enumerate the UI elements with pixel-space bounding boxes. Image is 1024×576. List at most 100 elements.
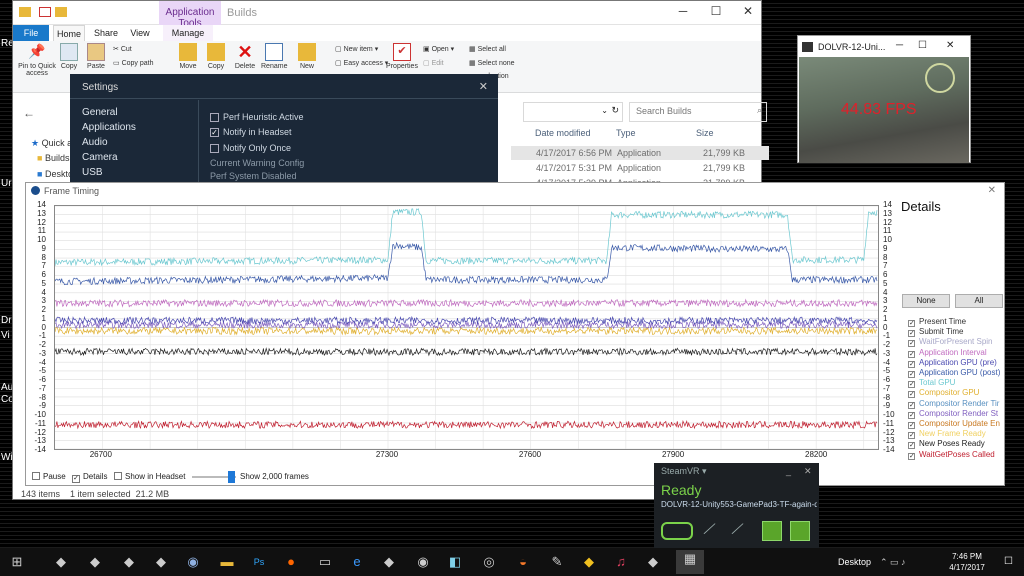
new-folder-button[interactable]: New [297,43,317,70]
paste-button[interactable]: Paste [85,43,107,70]
copy-path-button[interactable]: ▭ Copy path [113,59,153,67]
application-tools-tab[interactable]: Application Tools [159,1,221,29]
desktop-icon-label[interactable]: Wi [1,452,13,463]
firefox-icon[interactable]: ● [282,553,300,571]
itunes-icon[interactable]: ♫ [612,553,630,571]
file-row[interactable]: 4/17/2017 6:56 PM Application 21,799 KB [511,146,769,160]
address-bar[interactable]: ⌄ ↻ [523,102,623,122]
desktop-icon-label[interactable]: Vi [1,330,10,341]
settings-nav-applications[interactable]: Applications [82,122,136,133]
edge-icon[interactable]: e [348,553,366,571]
nav-desktop[interactable]: ■ Deskto [37,169,73,179]
frames-slider-thumb[interactable] [228,471,235,483]
properties-button[interactable]: ✔ Properties [385,43,419,70]
legend-item[interactable]: ✓ WaitGetPoses Called [908,450,995,460]
legend-item[interactable]: ✓ Present Time [908,317,966,327]
search-input[interactable]: Search Builds ⌕ [629,102,767,122]
legend-item[interactable]: ✓ Compositor Render St [908,409,998,419]
back-arrow-icon[interactable]: ← [23,106,35,120]
column-size[interactable]: Size [696,125,714,143]
new-item-button[interactable]: ▢ New item ▾ [335,45,378,53]
copy-button[interactable]: Copy [59,43,79,70]
copy-to-button[interactable]: Copy [205,43,227,70]
legend-item[interactable]: ✓ Submit Time [908,327,963,338]
select-all-button[interactable]: ▦ Select all [469,45,506,53]
select-none-button[interactable]: ▦ Select none [469,59,515,67]
open-button[interactable]: ▣ Open ▾ [423,45,454,53]
steam-icon[interactable]: ◉ [184,553,202,571]
notifications-icon[interactable]: ☐ [1004,556,1013,567]
close-button[interactable]: ✕ [735,4,761,22]
close-button[interactable]: ✕ [946,40,954,51]
column-type[interactable]: Type [616,125,636,143]
close-icon[interactable]: ✕ [479,80,488,93]
tab-home[interactable]: Home [53,25,85,41]
refresh-icon[interactable]: ↻ [611,105,619,116]
legend-item[interactable]: ✓ Application GPU (pre) [908,358,997,368]
desktop-icon-label[interactable]: Dr [1,315,12,326]
close-button[interactable]: ✕ [804,466,812,477]
system-tray-icons[interactable]: ⌃ ▭ ♪ [880,557,906,568]
tab-view[interactable]: View [125,25,155,41]
unity-icon[interactable]: ◆ [120,553,138,571]
legend-item[interactable]: ✓ Application GPU (post) [908,368,1000,378]
photoshop-icon[interactable]: Ps [250,553,268,571]
chevron-down-icon[interactable]: ⌄ [601,106,608,115]
file-explorer-icon[interactable]: ▬ [218,553,236,571]
close-icon[interactable]: ✕ [988,185,996,196]
headset-icon[interactable] [661,522,693,540]
minimize-button[interactable]: ─ [670,4,696,22]
base-station-icon[interactable] [762,521,782,541]
column-date-modified[interactable]: Date modified [535,125,591,143]
steamvr-taskbar-icon[interactable]: ▦ [676,550,704,574]
show-in-headset-checkbox[interactable]: Show in Headset [114,472,185,481]
base-station-icon[interactable] [790,521,810,541]
cut-button[interactable]: ✂ Cut [113,45,132,53]
minimize-button[interactable]: ─ [896,40,903,51]
steam-icon[interactable]: ◉ [414,553,432,571]
legend-item[interactable]: ✓ Compositor GPU [908,388,979,399]
settings-nav-camera[interactable]: Camera [82,152,118,163]
none-button[interactable]: None [902,294,950,308]
legend-item[interactable]: ✓ WaitForPresent Spin [908,337,993,348]
legend-item[interactable]: ✓ Compositor Render Tir [908,399,999,409]
nav-builds[interactable]: ■ Builds [37,153,69,163]
tab-file[interactable]: File [13,25,49,41]
frame-timing-chart[interactable] [54,205,879,450]
controller-icon[interactable]: ⧸ [702,521,715,539]
desktop-toolbar[interactable]: Desktop [838,557,871,567]
paint-icon[interactable]: ✎ [548,553,566,571]
maximize-button[interactable]: ☐ [703,4,729,22]
edit-button[interactable]: ▢ Edit [423,59,444,67]
legend-item[interactable]: ✓ Application Interval [908,348,987,358]
terminal-icon[interactable]: ▭ [316,553,334,571]
settings-nav-audio[interactable]: Audio [82,137,108,148]
legend-item[interactable]: ✓ New Poses Ready [908,439,985,450]
settings-nav-general[interactable]: General [82,107,118,118]
rename-button[interactable]: Rename [261,43,287,70]
legend-item[interactable]: ✓ New Frame Ready [908,429,986,440]
steamvr-menu[interactable]: SteamVR ▾ [661,466,707,477]
pause-checkbox[interactable]: Pause [32,472,66,481]
game-viewport[interactable]: 44.83 FPS [799,57,969,163]
windows-start-icon[interactable]: ⊞ [8,553,26,571]
chrome-icon[interactable]: ◎ [480,553,498,571]
desktop-icon-label[interactable]: Ur [1,178,12,189]
new-folder-icon[interactable] [55,7,67,17]
box-icon[interactable]: ◧ [446,553,464,571]
easy-access-button[interactable]: ▢ Easy access ▾ [335,59,388,67]
maximize-button[interactable]: ☐ [918,40,927,51]
blender-icon[interactable]: ◒ [514,553,532,571]
settings-nav-usb[interactable]: USB [82,167,103,178]
controller-icon[interactable]: ⧸ [730,521,743,539]
minimize-button[interactable]: _ [786,466,791,476]
unity-icon[interactable]: ◆ [644,553,662,571]
move-to-button[interactable]: Move [177,43,199,70]
unity-icon[interactable]: ◆ [86,553,104,571]
unity-icon[interactable]: ◆ [380,553,398,571]
details-checkbox[interactable]: ✓ Details [72,472,107,483]
unity-icon[interactable]: ◆ [152,553,170,571]
app-icon[interactable]: ◆ [580,553,598,571]
all-button[interactable]: All [955,294,1003,308]
taskbar-clock[interactable]: 7:46 PM 4/17/2017 [940,551,994,573]
